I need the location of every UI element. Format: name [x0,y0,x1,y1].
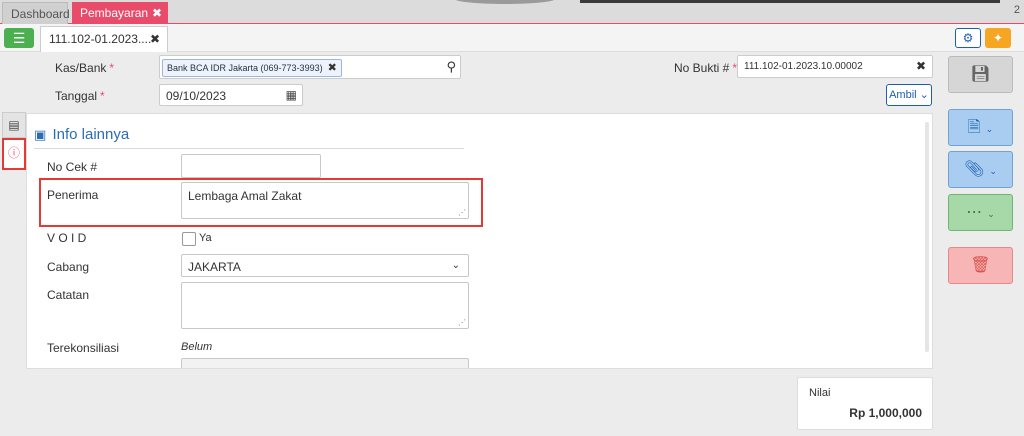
tanggal-input[interactable]: 09/10/2023 ▦ [159,84,303,106]
void-label: V O I D [47,231,87,245]
side-tab-info[interactable]: ⓘ [2,138,26,170]
decorative-shape [455,0,555,4]
delete-button[interactable]: 🗑︎ [948,247,1013,284]
chevron-down-icon: ⌄ [989,166,997,176]
no-bukti-value: 111.102-01.2023.10.00002 [744,61,863,72]
tab-count[interactable]: 2 [1014,4,1020,16]
ambil-button[interactable]: Ambil ⌄ [886,84,932,106]
clear-icon[interactable]: ✖ [916,59,926,73]
tanggal-label: Tanggal * [55,89,105,103]
info-icon: ⓘ [7,146,20,160]
save-button[interactable]: 💾︎ [948,56,1013,93]
close-tab-icon[interactable]: ✖ [152,2,162,24]
document-tab-label: 111.102-01.2023.... [49,32,152,46]
more-icon: ⋯ [966,204,983,221]
nilai-value: Rp 1,000,000 [849,406,922,420]
side-tab-document[interactable]: ▤ [2,112,26,138]
terekonsiliasi-value: Belum [181,341,213,353]
no-bukti-input[interactable]: 111.102-01.2023.10.00002 ✖ [737,55,933,78]
chevron-down-icon: ⌄ [987,209,995,219]
kas-bank-chip: Bank BCA IDR Jakarta (069-773-3993) ✖ [162,59,342,77]
catatan-label: Catatan [47,288,90,302]
save-icon: 💾︎ [970,66,991,83]
nilai-summary: Nilai Rp 1,000,000 [797,377,933,430]
void-checkbox[interactable] [182,232,196,246]
cabang-select[interactable]: JAKARTA ⌄ [181,254,469,277]
settings-button[interactable]: ⚙ [955,28,981,48]
info-list-icon: ▣ [34,127,47,142]
more-actions-button[interactable]: ⋯ ⌄ [948,194,1013,231]
resize-grip-icon[interactable]: ⋰ [458,319,466,327]
tanggal-value: 09/10/2023 [166,89,227,103]
lightbulb-icon: ✦ [992,31,1004,45]
attachment-button[interactable]: 📎︎ ⌄ [948,151,1013,188]
nilai-label: Nilai [809,387,831,399]
tips-button[interactable]: ✦ [985,28,1011,48]
tab-dashboard-label: Dashboard [11,7,70,21]
document-tab-bar: ☰ 111.102-01.2023.... ✖ ⚙ ✦ [0,24,1024,52]
no-cek-input[interactable] [181,154,321,178]
cabang-label: Cabang [47,260,90,274]
list-button[interactable]: ☰ [4,28,34,48]
decorative-line [580,0,1000,3]
title-divider [34,148,464,149]
search-icon[interactable]: ⚲ [446,59,456,75]
tab-pembayaran-label: Pembayaran [80,6,149,20]
calendar-icon[interactable]: ▦ [286,88,297,102]
penerima-textarea[interactable]: Lembaga Amal Zakat ⋰ [181,182,469,219]
close-document-icon[interactable]: ✖ [150,27,160,51]
remove-chip-icon[interactable]: ✖ [328,62,337,74]
penerima-value: Lembaga Amal Zakat [188,189,302,203]
document-tab[interactable]: 111.102-01.2023.... ✖ [40,26,168,52]
info-lainnya-panel: ▣ Info lainnya No Cek # Penerima Lembaga… [26,113,933,369]
kas-bank-label: Kas/Bank * [55,61,115,75]
panel-scrollbar[interactable] [925,122,929,352]
tab-pembayaran[interactable]: Pembayaran ✖ [72,2,168,24]
top-tab-bar: Dashboard Pembayaran ✖ 2 [0,0,1024,24]
gear-icon: ⚙ [962,31,974,45]
chevron-down-icon: ⌄ [985,124,994,134]
chevron-down-icon: ⌄ [451,260,460,271]
document-icon: ▤ [8,118,20,132]
no-cek-label: No Cek # [47,160,98,174]
paperclip-icon: 📎︎ [964,161,985,178]
trash-icon: 🗑︎ [970,257,991,274]
resize-grip-icon[interactable]: ⋰ [458,209,466,217]
terekonsiliasi-label: Terekonsiliasi [47,341,120,355]
panel-title: ▣ Info lainnya [34,126,130,143]
list-icon: ☰ [12,30,26,46]
no-bukti-label: No Bukti # * [674,61,738,75]
penerima-label: Penerima [47,188,99,202]
document-icon: 🗎 [967,119,981,136]
catatan-textarea[interactable]: ⋰ [181,282,469,329]
cabang-value: JAKARTA [188,260,241,274]
document-actions-button[interactable]: 🗎 ⌄ [948,109,1013,146]
partial-field [181,358,469,368]
tab-dashboard[interactable]: Dashboard [2,2,70,24]
kas-bank-select[interactable]: Bank BCA IDR Jakarta (069-773-3993) ✖ ⚲ [159,55,461,79]
void-option-label: Ya [199,232,212,244]
